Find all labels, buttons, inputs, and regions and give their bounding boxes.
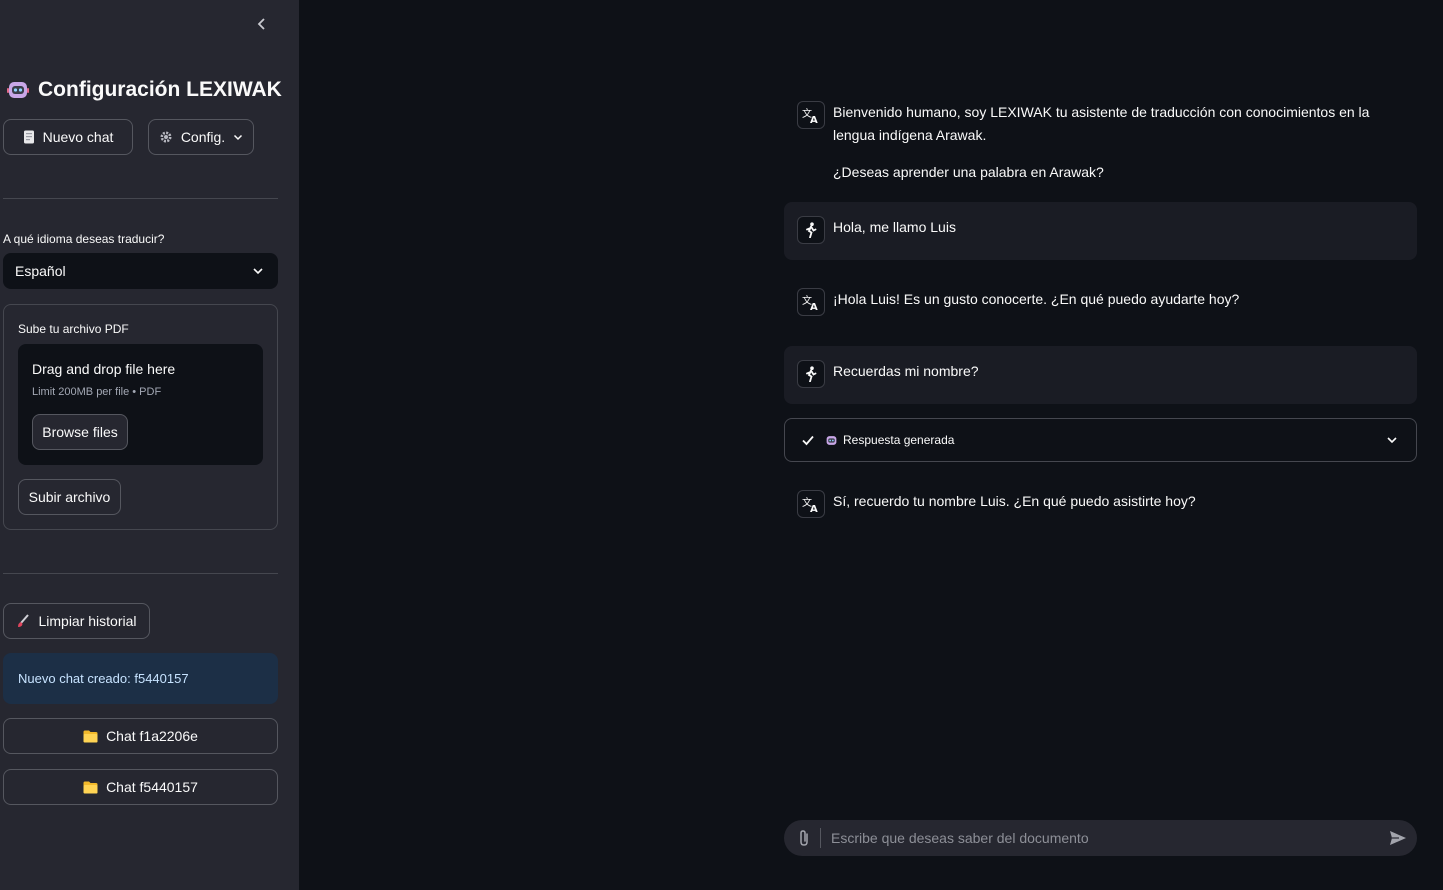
chat-message-assistant: 文A Sí, recuerdo tu nombre Luis. ¿En qué …: [784, 476, 1417, 532]
chat-message-user: Recuerdas mi nombre?: [784, 346, 1417, 404]
chevron-left-icon: [257, 18, 265, 30]
translate-icon: 文A: [802, 496, 818, 513]
translate-icon: 文A: [802, 107, 818, 124]
user-avatar: [797, 360, 825, 388]
dropzone-limit: Limit 200MB per file • PDF: [32, 386, 162, 398]
translate-icon: 文A: [802, 294, 818, 311]
upload-file-button[interactable]: Subir archivo: [18, 479, 121, 515]
sidebar: Configuración LEXIWAK Nuevo chat Config.…: [0, 0, 299, 890]
robot-icon: [7, 82, 29, 98]
sidebar-divider: [3, 198, 278, 199]
check-icon: [802, 435, 814, 446]
pdf-upload-card: Sube tu archivo PDF Drag and drop file h…: [3, 304, 278, 530]
svg-text:A: A: [810, 302, 818, 311]
config-dropdown-button[interactable]: Config.: [148, 119, 254, 155]
chat-history-label: Chat f1a2206e: [106, 728, 198, 744]
folder-icon: [83, 730, 98, 742]
config-label: Config.: [180, 129, 226, 145]
sidebar-title-text: Configuración LEXIWAK: [38, 78, 282, 101]
sidebar-title: Configuración LEXIWAK: [6, 78, 282, 102]
file-dropzone[interactable]: Drag and drop file here Limit 200MB per …: [18, 344, 263, 465]
folder-icon: [83, 781, 98, 793]
chevron-down-icon: [1387, 437, 1397, 444]
gear-icon: [160, 131, 172, 143]
message-text: Sí, recuerdo tu nombre Luis. ¿En qué pue…: [833, 493, 1196, 509]
clear-history-label: Limpiar historial: [38, 613, 137, 629]
attach-button[interactable]: [798, 829, 810, 847]
assistant-avatar: 文A: [797, 490, 825, 518]
brush-icon: [18, 614, 30, 627]
language-label: A qué idioma deseas traducir?: [3, 232, 165, 246]
chat-message-input[interactable]: [821, 830, 1389, 846]
chat-history-item[interactable]: Chat f5440157: [3, 769, 278, 805]
info-message: Nuevo chat creado: f5440157: [3, 653, 278, 704]
chat-input-bar: [784, 820, 1417, 856]
sidebar-divider: [3, 573, 278, 574]
chat-message-user: Hola, me llamo Luis: [784, 202, 1417, 260]
paperclip-icon: [800, 830, 808, 846]
message-text: ¡Hola Luis! Es un gusto conocerte. ¿En q…: [833, 291, 1240, 307]
new-chat-label: Nuevo chat: [42, 129, 114, 145]
message-paragraph: Bienvenido humano, soy LEXIWAK tu asiste…: [833, 104, 1370, 143]
document-icon: [23, 130, 34, 144]
svg-text:A: A: [810, 115, 818, 124]
message-text: Bienvenido humano, soy LEXIWAK tu asiste…: [833, 101, 1403, 184]
send-icon: [1390, 831, 1406, 845]
clear-history-button[interactable]: Limpiar historial: [3, 603, 150, 639]
chat-message-assistant: 文A Bienvenido humano, soy LEXIWAK tu asi…: [784, 87, 1417, 198]
assistant-avatar: 文A: [797, 101, 825, 129]
person-walking-icon: [806, 222, 817, 238]
chat-history-label: Chat f5440157: [106, 779, 198, 795]
response-status-expander[interactable]: Respuesta generada: [784, 418, 1417, 462]
language-select[interactable]: Español: [3, 253, 278, 289]
message-paragraph: ¿Deseas aprender una palabra en Arawak?: [833, 164, 1104, 180]
chat-history-item[interactable]: Chat f1a2206e: [3, 718, 278, 754]
chat-message-assistant: 文A ¡Hola Luis! Es un gusto conocerte. ¿E…: [784, 274, 1417, 330]
message-text: Hola, me llamo Luis: [833, 219, 956, 235]
person-walking-icon: [806, 366, 817, 382]
send-button[interactable]: [1389, 830, 1407, 846]
chevron-down-icon: [253, 268, 263, 275]
svg-text:A: A: [810, 504, 818, 513]
robot-icon: [826, 435, 837, 445]
message-text: Recuerdas mi nombre?: [833, 363, 979, 379]
collapse-sidebar-button[interactable]: [250, 12, 274, 36]
status-label: Respuesta generada: [843, 433, 955, 447]
chevron-down-icon: [234, 134, 243, 141]
dropzone-title: Drag and drop file here: [32, 361, 176, 377]
new-chat-button[interactable]: Nuevo chat: [3, 119, 133, 155]
language-selected-value: Español: [15, 263, 66, 279]
browse-files-button[interactable]: Browse files: [32, 414, 128, 450]
user-avatar: [797, 216, 825, 244]
assistant-avatar: 文A: [797, 288, 825, 316]
upload-label: Sube tu archivo PDF: [18, 322, 129, 336]
